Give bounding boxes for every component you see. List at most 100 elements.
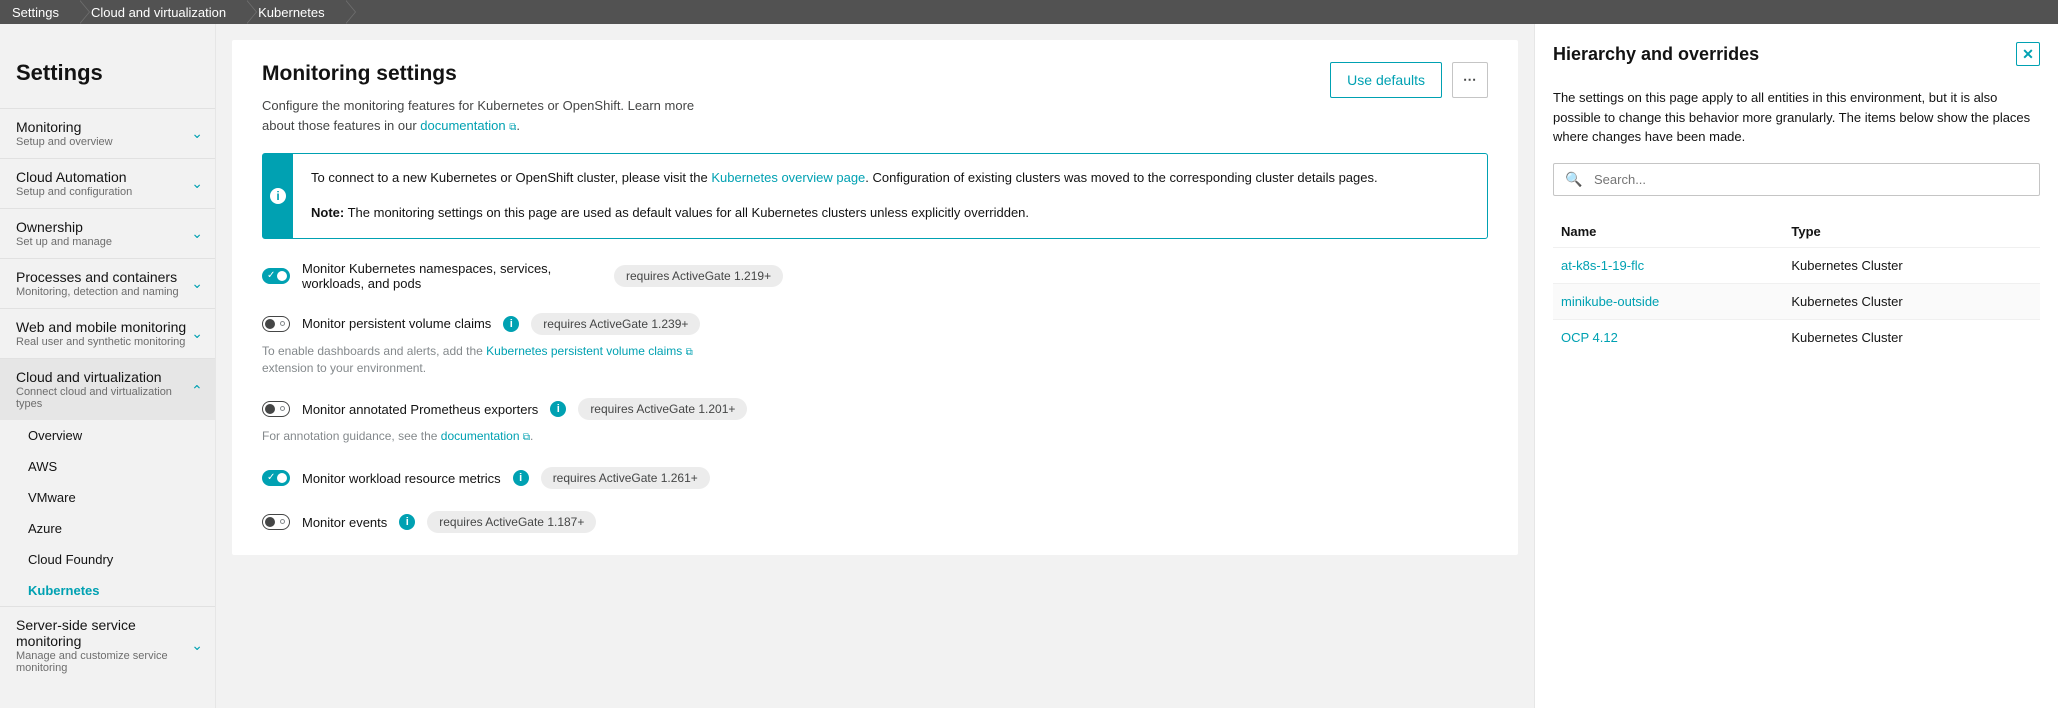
info-icon[interactable]: i (503, 316, 519, 332)
sidebar-item-ownership[interactable]: OwnershipSet up and manage ⌄ (0, 208, 215, 258)
close-icon: ✕ (2022, 46, 2034, 63)
info-icon: i (263, 154, 293, 238)
info-text: . Configuration of existing clusters was… (865, 170, 1377, 185)
sub-item-cloud-foundry[interactable]: Cloud Foundry (0, 544, 215, 575)
hierarchy-panel: Hierarchy and overrides ✕ The settings o… (1534, 24, 2058, 708)
sub-item-vmware[interactable]: VMware (0, 482, 215, 513)
hint-text: To enable dashboards and alerts, add the (262, 344, 486, 358)
hierarchy-description: The settings on this page apply to all e… (1553, 88, 2040, 147)
toggle-monitor-workload-metrics[interactable]: ✓ (262, 470, 290, 486)
table-row: minikube-outside Kubernetes Cluster (1553, 283, 2040, 319)
sidebar-sub: Real user and synthetic monitoring (16, 336, 186, 348)
sidebar-label: Cloud and virtualization (16, 369, 191, 385)
sub-item-azure[interactable]: Azure (0, 513, 215, 544)
requires-pill: requires ActiveGate 1.219+ (614, 265, 783, 287)
setting-monitor-events: Monitor events i requires ActiveGate 1.1… (262, 511, 1488, 533)
sidebar-sub: Setup and overview (16, 136, 113, 148)
setting-monitor-namespaces: ✓ Monitor Kubernetes namespaces, service… (262, 261, 1488, 291)
sidebar-label: Web and mobile monitoring (16, 319, 186, 335)
setting-label: Monitor events (302, 515, 387, 530)
external-link-icon: ⧉ (509, 122, 516, 133)
sidebar-label: Ownership (16, 219, 112, 235)
override-type: Kubernetes Cluster (1783, 319, 2040, 355)
info-text: To connect to a new Kubernetes or OpenSh… (311, 170, 711, 185)
note-label: Note: (311, 205, 344, 220)
setting-monitor-prometheus: Monitor annotated Prometheus exporters i… (262, 398, 1488, 420)
sidebar-item-processes[interactable]: Processes and containersMonitoring, dete… (0, 258, 215, 308)
sub-item-kubernetes[interactable]: Kubernetes (0, 575, 215, 606)
toggle-monitor-namespaces[interactable]: ✓ (262, 268, 290, 284)
setting-label: Monitor workload resource metrics (302, 471, 501, 486)
close-button[interactable]: ✕ (2016, 42, 2040, 66)
info-banner: i To connect to a new Kubernetes or Open… (262, 153, 1488, 239)
col-name: Name (1553, 216, 1783, 248)
chevron-down-icon: ⌄ (191, 275, 203, 292)
sub-item-overview[interactable]: Overview (0, 420, 215, 451)
requires-pill: requires ActiveGate 1.187+ (427, 511, 596, 533)
setting-monitor-pvc: Monitor persistent volume claims i requi… (262, 313, 1488, 335)
sidebar-title: Settings (0, 24, 215, 108)
sidebar-sub: Monitoring, detection and naming (16, 286, 179, 298)
more-actions-button[interactable]: ⋯ (1452, 62, 1488, 98)
table-row: OCP 4.12 Kubernetes Cluster (1553, 319, 2040, 355)
info-icon[interactable]: i (399, 514, 415, 530)
sidebar-sub: Setup and configuration (16, 186, 132, 198)
settings-sidebar: Settings MonitoringSetup and overview ⌄ … (0, 24, 216, 708)
hint-text: For annotation guidance, see the (262, 429, 441, 443)
sidebar-label: Cloud Automation (16, 169, 132, 185)
sidebar-item-monitoring[interactable]: MonitoringSetup and overview ⌄ (0, 108, 215, 158)
breadcrumb: Settings Cloud and virtualization Kubern… (0, 0, 2058, 24)
override-type: Kubernetes Cluster (1783, 283, 2040, 319)
breadcrumb-cloud-virtualization[interactable]: Cloud and virtualization (79, 0, 246, 24)
sidebar-item-web-mobile[interactable]: Web and mobile monitoringReal user and s… (0, 308, 215, 358)
link-text: documentation (420, 118, 505, 133)
documentation-link[interactable]: documentation ⧉ (420, 118, 516, 133)
toggle-monitor-prometheus[interactable] (262, 401, 290, 417)
sidebar-label: Monitoring (16, 119, 113, 135)
requires-pill: requires ActiveGate 1.239+ (531, 313, 700, 335)
setting-label: Monitor Kubernetes namespaces, services,… (302, 261, 602, 291)
info-p1: To connect to a new Kubernetes or OpenSh… (311, 168, 1378, 189)
info-icon[interactable]: i (513, 470, 529, 486)
sidebar-sub: Manage and customize service monitoring (16, 650, 191, 674)
sidebar-item-server-side[interactable]: Server-side service monitoringManage and… (0, 606, 215, 684)
info-p2: Note: The monitoring settings on this pa… (311, 203, 1378, 224)
chevron-down-icon: ⌄ (191, 637, 203, 654)
search-input[interactable] (1553, 163, 2040, 196)
setting-hint-prometheus: For annotation guidance, see the documen… (262, 428, 712, 445)
requires-pill: requires ActiveGate 1.261+ (541, 467, 710, 489)
chevron-down-icon: ⌄ (191, 125, 203, 142)
override-name-link[interactable]: at-k8s-1-19-flc (1553, 247, 1783, 283)
external-link-icon: ⧉ (686, 347, 693, 358)
overrides-table: Name Type at-k8s-1-19-flc Kubernetes Clu… (1553, 216, 2040, 355)
sidebar-item-cloud-virtualization[interactable]: Cloud and virtualizationConnect cloud an… (0, 358, 215, 420)
hint-text: extension to your environment. (262, 361, 426, 375)
sidebar-item-cloud-automation[interactable]: Cloud AutomationSetup and configuration … (0, 158, 215, 208)
search-icon: 🔍 (1565, 171, 1582, 188)
sidebar-label: Server-side service monitoring (16, 617, 191, 649)
info-icon[interactable]: i (550, 401, 566, 417)
toggle-monitor-pvc[interactable] (262, 316, 290, 332)
settings-panel: Monitoring settings Configure the monito… (232, 40, 1518, 555)
override-name-link[interactable]: minikube-outside (1553, 283, 1783, 319)
breadcrumb-kubernetes[interactable]: Kubernetes (246, 0, 345, 24)
sidebar-sub: Connect cloud and virtualization types (16, 386, 191, 410)
requires-pill: requires ActiveGate 1.201+ (578, 398, 747, 420)
use-defaults-button[interactable]: Use defaults (1330, 62, 1442, 98)
breadcrumb-settings[interactable]: Settings (0, 0, 79, 24)
info-text: The monitoring settings on this page are… (344, 205, 1029, 220)
pvc-extension-link[interactable]: Kubernetes persistent volume claims ⧉ (486, 344, 693, 358)
sidebar-label: Processes and containers (16, 269, 179, 285)
toggle-monitor-events[interactable] (262, 514, 290, 530)
main-content: Monitoring settings Configure the monito… (216, 24, 1534, 708)
search-wrap: 🔍 (1553, 163, 2040, 196)
hint-text: . (530, 429, 533, 443)
chevron-up-icon: ⌄ (191, 381, 203, 398)
setting-hint-pvc: To enable dashboards and alerts, add the… (262, 343, 712, 377)
sidebar-sub: Set up and manage (16, 236, 112, 248)
override-name-link[interactable]: OCP 4.12 (1553, 319, 1783, 355)
sub-item-aws[interactable]: AWS (0, 451, 215, 482)
prometheus-doc-link[interactable]: documentation ⧉ (441, 429, 530, 443)
page-title: Monitoring settings (262, 62, 722, 86)
kubernetes-overview-link[interactable]: Kubernetes overview page (711, 170, 865, 185)
